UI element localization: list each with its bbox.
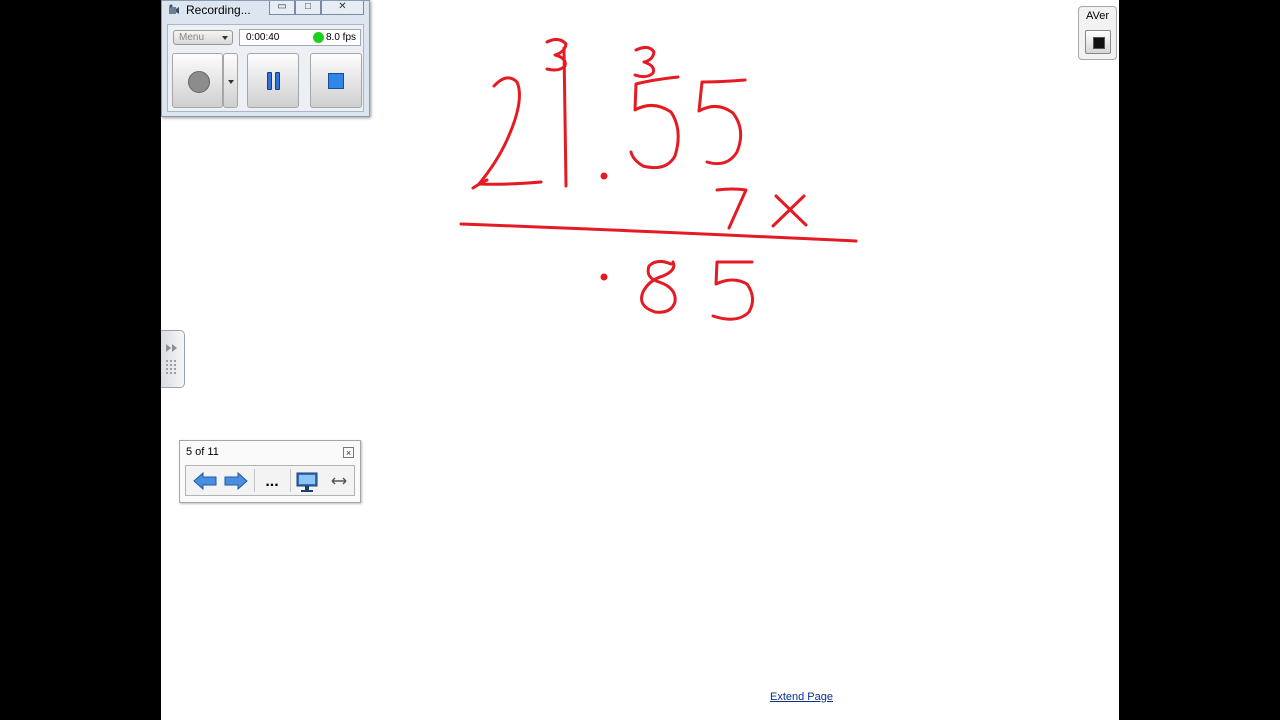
- minimize-icon: ▭: [277, 1, 287, 12]
- chevron-down-icon: [222, 36, 228, 40]
- record-button[interactable]: [172, 53, 223, 108]
- ellipsis-icon: ...: [265, 473, 279, 490]
- decimal-point: [600, 172, 608, 180]
- page-indicator: 5 of 11: [186, 446, 219, 458]
- next-page-button[interactable]: [223, 466, 249, 495]
- digit-2: [477, 76, 543, 186]
- recorder-app-icon: [169, 4, 179, 14]
- arrow-left-icon: [193, 471, 217, 491]
- result-line: [459, 222, 858, 243]
- elapsed-time: 0:00:40: [246, 32, 280, 43]
- close-icon: ✕: [338, 1, 347, 12]
- extend-page-link[interactable]: Extend Page: [770, 691, 833, 703]
- digit-5-a: [629, 75, 680, 170]
- menu-dropdown[interactable]: Menu: [173, 30, 233, 45]
- expand-panel-icon: [166, 344, 177, 374]
- carry-digit-3-right: [633, 45, 656, 79]
- side-panel-tab[interactable]: [161, 330, 185, 388]
- minimize-button[interactable]: ▭: [269, 1, 295, 15]
- digit-1: [562, 46, 568, 188]
- menu-label: Menu: [179, 32, 205, 43]
- stop-button[interactable]: [310, 53, 362, 108]
- record-icon: [188, 71, 210, 93]
- aver-label: AVer: [1085, 10, 1110, 22]
- stop-icon: [328, 73, 344, 89]
- record-options-dropdown[interactable]: [223, 53, 238, 108]
- digit-5-c: [711, 260, 754, 321]
- navigator-toolbar: ...: [185, 465, 355, 496]
- display-page-button[interactable]: [294, 466, 320, 495]
- close-icon: ×: [345, 448, 352, 458]
- horizontal-arrows-icon: [331, 477, 347, 485]
- recorder-window[interactable]: Recording... ▭ □ ✕ Menu 0:00:40 8.0 fps: [161, 0, 370, 117]
- arrow-right-icon: [224, 471, 248, 491]
- pause-button[interactable]: [247, 53, 299, 108]
- maximize-icon: □: [304, 1, 312, 12]
- result-decimal-point: [600, 273, 608, 281]
- dropdown-arrow-icon: [228, 80, 234, 84]
- maximize-button[interactable]: □: [295, 1, 321, 15]
- close-button[interactable]: ✕: [321, 1, 364, 15]
- recorder-controls: Menu 0:00:40 8.0 fps: [167, 24, 364, 112]
- more-options-button[interactable]: ...: [259, 466, 285, 495]
- digit-7: [715, 187, 748, 230]
- previous-page-button[interactable]: [192, 466, 218, 495]
- navigator-close-button[interactable]: ×: [343, 447, 354, 458]
- digit-5-b: [697, 78, 747, 166]
- recorder-title: Recording...: [186, 3, 251, 17]
- aver-camera-button[interactable]: [1085, 30, 1111, 54]
- recording-status-dot-icon: [313, 32, 324, 43]
- resize-width-button[interactable]: [326, 466, 352, 495]
- digit-8: [640, 259, 677, 314]
- camera-window-icon: [1093, 37, 1105, 49]
- page-navigator[interactable]: 5 of 11 × ...: [179, 440, 361, 503]
- recording-status: 0:00:40 8.0 fps: [239, 29, 361, 46]
- monitor-icon: [296, 472, 318, 492]
- frame-rate: 8.0 fps: [326, 32, 357, 43]
- aver-widget[interactable]: AVer: [1078, 6, 1117, 60]
